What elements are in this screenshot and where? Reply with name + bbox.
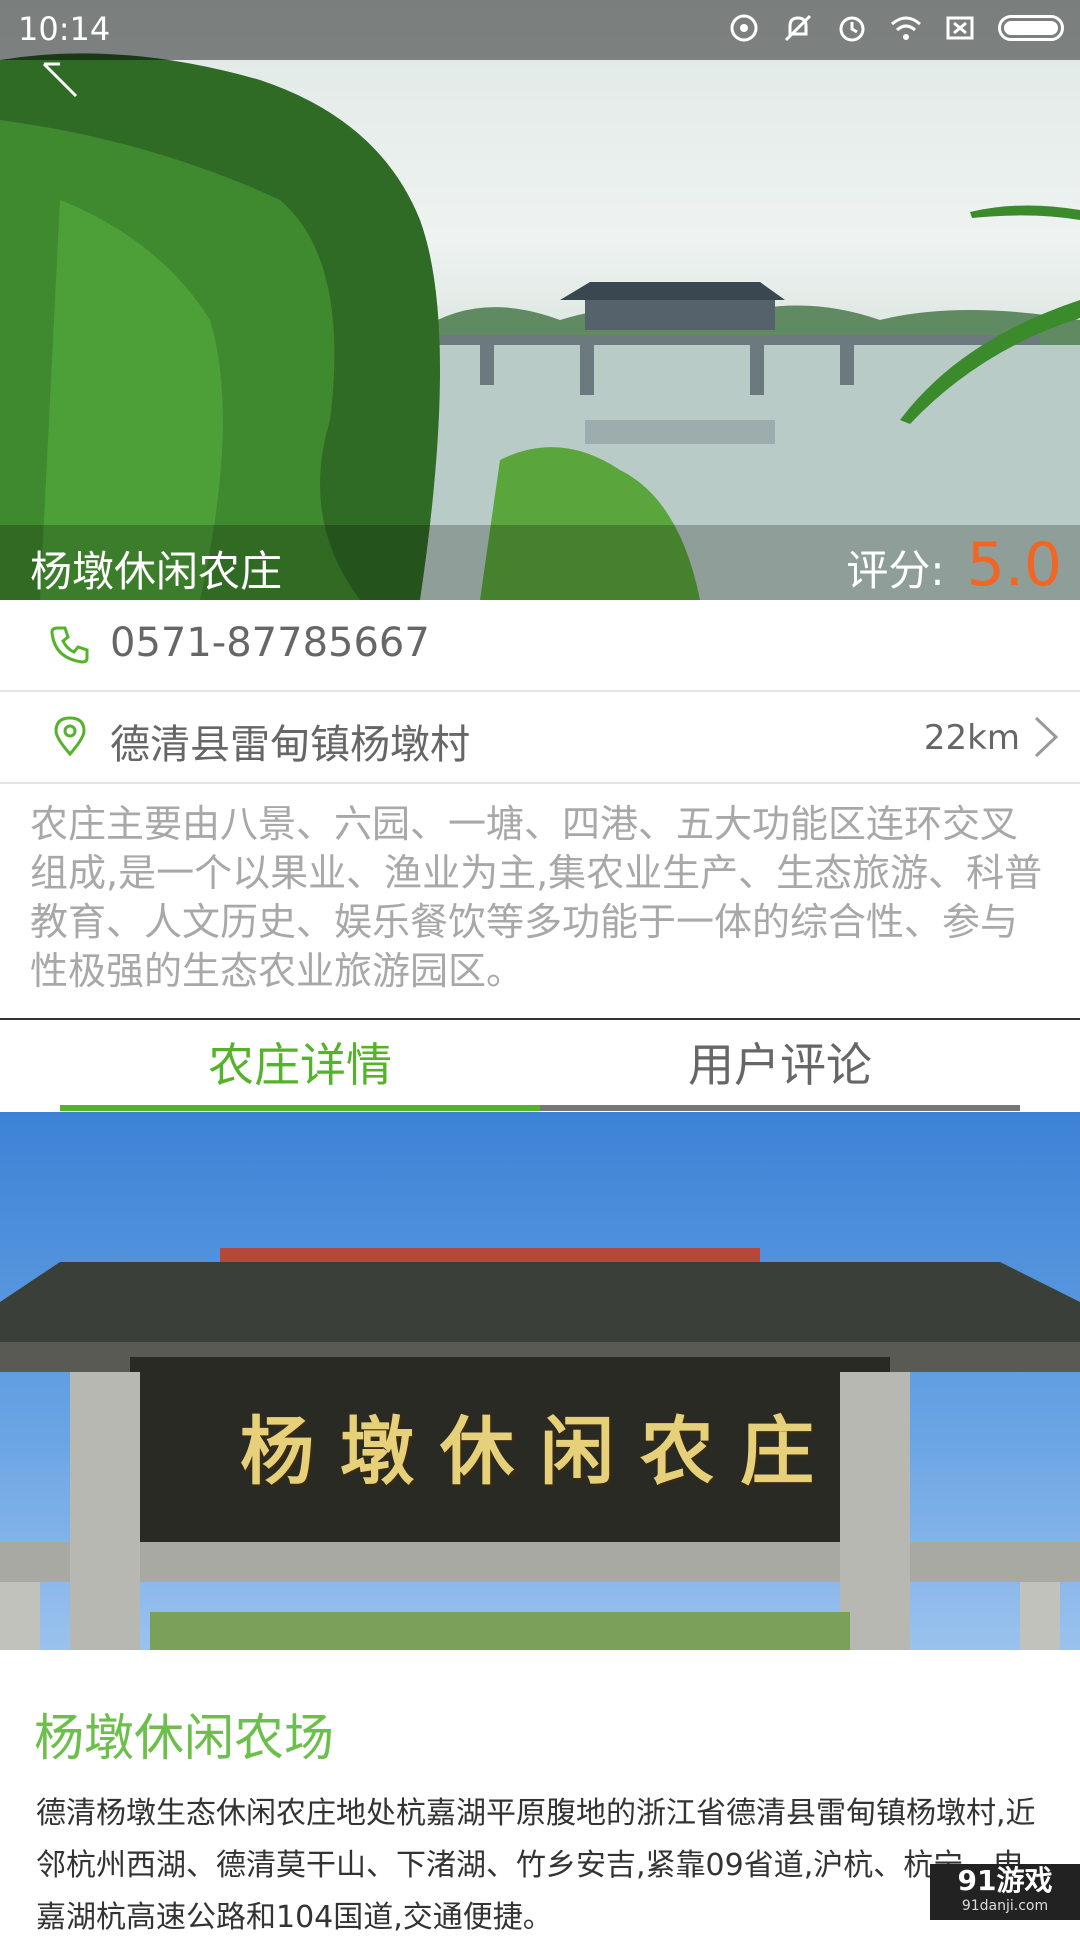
section-divider xyxy=(0,1018,1080,1020)
tab-indicator-active xyxy=(60,1105,540,1111)
hero-scenery xyxy=(0,53,1080,600)
hero-image xyxy=(0,0,1080,600)
article-body: 德清杨墩生态休闲农庄地处杭嘉湖平原腹地的浙江省德清县雷甸镇杨墩村,近邻杭州西湖、… xyxy=(36,1796,1036,1935)
article-title: 杨墩休闲农场 xyxy=(34,1709,334,1767)
location-row[interactable]: 德清县雷甸镇杨墩村 22km xyxy=(0,692,1080,784)
phone-number: 0571-87785667 xyxy=(110,620,430,666)
alarm-icon xyxy=(839,16,865,42)
location-pin-icon xyxy=(54,716,86,757)
mute-icon xyxy=(784,14,812,42)
back-icon[interactable] xyxy=(36,56,84,104)
hotspot-icon xyxy=(730,14,758,42)
gate-structure xyxy=(0,1248,1080,1650)
chevron-right-icon xyxy=(1034,716,1059,758)
phone-row[interactable]: 0571-87785667 xyxy=(0,600,1080,692)
phone-icon xyxy=(50,626,89,664)
address: 德清县雷甸镇杨墩村 xyxy=(110,722,470,768)
tab-indicator-inactive xyxy=(540,1105,1020,1111)
gate-sign-text: 杨墩休闲农庄 xyxy=(240,1409,840,1495)
status-bar: 10:14 xyxy=(0,0,1080,60)
rating-value: 5.0 xyxy=(966,530,1062,600)
watermark-main: 91游戏 xyxy=(957,1864,1053,1897)
watermark-sub: 91danji.com xyxy=(961,1898,1049,1914)
wifi-icon xyxy=(891,16,921,40)
status-icons xyxy=(728,12,1064,44)
gate-photo: 杨墩休闲农庄 xyxy=(0,1112,1080,1650)
rating: 评分: 5.0 xyxy=(846,530,1062,600)
rating-label: 评分: xyxy=(846,546,945,595)
distance: 22km xyxy=(923,718,1020,758)
tab-farm-details[interactable]: 农庄详情 xyxy=(60,1030,540,1100)
no-sim-icon xyxy=(946,16,974,40)
status-time: 10:14 xyxy=(18,10,111,48)
farm-description: 农庄主要由八景、六园、一塘、四港、五大功能区连环交叉组成,是一个以果业、渔业为主… xyxy=(30,802,1043,993)
tab-user-reviews[interactable]: 用户评论 xyxy=(540,1030,1020,1100)
farm-name: 杨墩休闲农庄 xyxy=(30,547,283,596)
battery-icon xyxy=(998,15,1064,41)
watermark-logo: 91游戏 91danji.com xyxy=(930,1864,1080,1920)
